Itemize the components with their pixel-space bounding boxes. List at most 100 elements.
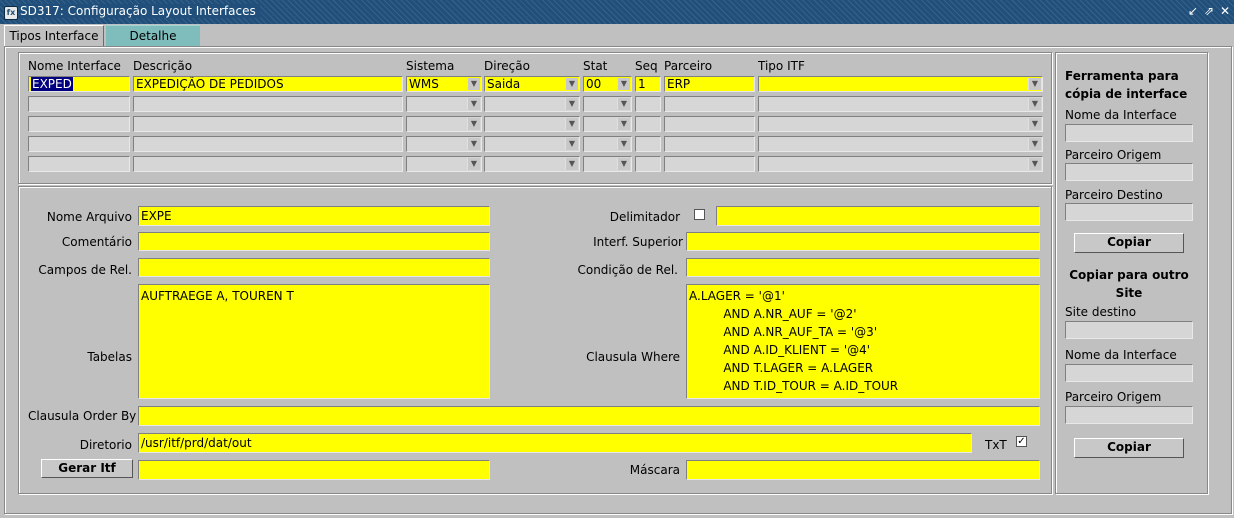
col-header-sistema: Sistema: [406, 59, 455, 73]
grid-cell-sistema[interactable]: ▼: [406, 136, 482, 152]
grid-cell-seq[interactable]: [635, 96, 661, 112]
col-header-descricao: Descrição: [133, 59, 193, 73]
grid-cell-stat[interactable]: ▼: [583, 116, 632, 132]
chevron-down-icon[interactable]: ▼: [565, 98, 578, 110]
tabelas-field[interactable]: AUFTRAEGE A, TOUREN T: [138, 284, 490, 399]
grid-cell-stat[interactable]: ▼: [583, 136, 632, 152]
delimitador-field[interactable]: [716, 206, 1040, 226]
chevron-down-icon[interactable]: ▼: [1028, 78, 1041, 90]
grid-cell-descricao[interactable]: [133, 96, 403, 112]
grid-cell-descricao[interactable]: [133, 156, 403, 172]
nome-arquivo-field[interactable]: EXPE: [138, 206, 490, 226]
gerar-itf-button[interactable]: Gerar Itf: [41, 459, 133, 478]
grid-cell-tipo-itf[interactable]: ▼: [758, 76, 1043, 92]
chevron-down-icon[interactable]: ▼: [565, 158, 578, 170]
grid-cell-tipo-itf[interactable]: ▼: [758, 116, 1043, 132]
tab-detalhe[interactable]: Detalhe: [106, 25, 200, 47]
delimitador-checkbox[interactable]: [694, 209, 705, 220]
grid-cell-parceiro[interactable]: [664, 96, 755, 112]
grid-cell-stat[interactable]: ▼: [583, 96, 632, 112]
condicao-rel-label: Condição de Rel.: [577, 263, 678, 277]
copy-parceiro-destino-field[interactable]: [1065, 203, 1193, 221]
grid-cell-direcao[interactable]: Saida ▼: [484, 76, 580, 92]
campos-rel-field[interactable]: [138, 258, 490, 277]
grid-cell-nome-interface[interactable]: [28, 96, 130, 112]
clausula-where-field[interactable]: A.LAGER = '@1' AND A.NR_AUF = '@2' AND A…: [686, 284, 1040, 399]
restore-icon[interactable]: ↙: [1186, 4, 1200, 18]
chevron-down-icon[interactable]: ▼: [467, 98, 480, 110]
grid-cell-seq[interactable]: [635, 136, 661, 152]
chevron-down-icon[interactable]: ▼: [617, 138, 630, 150]
grid-cell-direcao[interactable]: ▼: [484, 136, 580, 152]
grid-cell-direcao[interactable]: ▼: [484, 116, 580, 132]
site-nome-interface-field[interactable]: [1065, 364, 1193, 382]
chevron-down-icon[interactable]: ▼: [467, 158, 480, 170]
grid-cell-parceiro[interactable]: [664, 116, 755, 132]
chevron-down-icon[interactable]: ▼: [1028, 158, 1041, 170]
chevron-down-icon[interactable]: ▼: [1028, 98, 1041, 110]
chevron-down-icon[interactable]: ▼: [565, 78, 578, 90]
grid-cell-tipo-itf[interactable]: ▼: [758, 156, 1043, 172]
grid-cell-seq[interactable]: [635, 116, 661, 132]
grid-cell-tipo-itf[interactable]: ▼: [758, 136, 1043, 152]
grid-cell-sistema[interactable]: ▼: [406, 96, 482, 112]
gerar-itf-field[interactable]: [138, 460, 490, 480]
grid-cell-direcao[interactable]: ▼: [484, 156, 580, 172]
txt-checkbox[interactable]: ✓: [1016, 436, 1027, 447]
grid-cell-nome-interface[interactable]: [28, 156, 130, 172]
order-by-label: Clausula Order By: [28, 409, 137, 423]
grid-cell-descricao[interactable]: EXPEDIÇÃO DE PEDIDOS: [133, 76, 403, 92]
grid-cell-parceiro[interactable]: ERP: [664, 76, 755, 92]
window-title: SD317: Configuração Layout Interfaces: [20, 4, 260, 18]
grid-cell-nome-interface[interactable]: EXPED: [28, 76, 130, 92]
grid-cell-nome-interface[interactable]: [28, 136, 130, 152]
mascara-field[interactable]: [686, 460, 1040, 480]
grid-cell-sistema[interactable]: WMS ▼: [406, 76, 482, 92]
close-icon[interactable]: ✕: [1218, 4, 1232, 18]
interf-superior-field[interactable]: [686, 232, 1040, 251]
chevron-down-icon[interactable]: ▼: [617, 118, 630, 130]
copiar-site-button[interactable]: Copiar: [1074, 438, 1184, 458]
grid-cell-descricao[interactable]: [133, 116, 403, 132]
grid-cell-stat[interactable]: ▼: [583, 156, 632, 172]
grid-cell-descricao[interactable]: [133, 136, 403, 152]
chevron-down-icon[interactable]: ▼: [565, 118, 578, 130]
copy-nome-interface-field[interactable]: [1065, 124, 1193, 142]
grid-cell-parceiro[interactable]: [664, 156, 755, 172]
order-by-field[interactable]: [138, 406, 1040, 426]
chevron-down-icon[interactable]: ▼: [1028, 138, 1041, 150]
chevron-down-icon[interactable]: ▼: [467, 78, 480, 90]
grid-cell-stat[interactable]: 00 ▼: [583, 76, 632, 92]
mascara-label: Máscara: [629, 463, 680, 477]
grid-cell-tipo-itf[interactable]: ▼: [758, 96, 1043, 112]
grid-cell-seq[interactable]: [635, 156, 661, 172]
copy-parceiro-destino-label: Parceiro Destino: [1065, 188, 1163, 202]
condicao-rel-field[interactable]: [686, 258, 1040, 277]
chevron-down-icon[interactable]: ▼: [1028, 118, 1041, 130]
chevron-down-icon[interactable]: ▼: [565, 138, 578, 150]
chevron-down-icon[interactable]: ▼: [467, 138, 480, 150]
site-destino-field[interactable]: [1065, 321, 1193, 339]
maximize-icon[interactable]: ⇗: [1202, 4, 1216, 18]
comentario-field[interactable]: [138, 232, 490, 251]
grid-cell-sistema[interactable]: ▼: [406, 116, 482, 132]
grid-cell-sistema[interactable]: ▼: [406, 156, 482, 172]
grid-cell-direcao[interactable]: ▼: [484, 96, 580, 112]
copy-parceiro-origem-field[interactable]: [1065, 163, 1193, 181]
diretorio-field[interactable]: /usr/itf/prd/dat/out: [138, 433, 972, 453]
grid-cell-nome-interface[interactable]: [28, 116, 130, 132]
chevron-down-icon[interactable]: ▼: [467, 118, 480, 130]
tab-tipos-interface[interactable]: Tipos Interface: [4, 25, 104, 47]
site-parceiro-origem-field[interactable]: [1065, 406, 1193, 424]
grid-cell-parceiro[interactable]: [664, 136, 755, 152]
copiar-button[interactable]: Copiar: [1074, 233, 1184, 253]
grid-cell-seq[interactable]: 1: [635, 76, 661, 92]
col-header-nome-interface: Nome Interface: [28, 59, 121, 73]
clausula-where-label: Clausula Where: [586, 350, 680, 364]
copy-tool-title: Ferramenta para cópia de interface: [1065, 69, 1188, 101]
chevron-down-icon[interactable]: ▼: [617, 158, 630, 170]
delimitador-label: Delimitador: [609, 210, 680, 224]
chevron-down-icon[interactable]: ▼: [617, 78, 630, 90]
copy-parceiro-origem-label: Parceiro Origem: [1065, 148, 1162, 162]
chevron-down-icon[interactable]: ▼: [617, 98, 630, 110]
